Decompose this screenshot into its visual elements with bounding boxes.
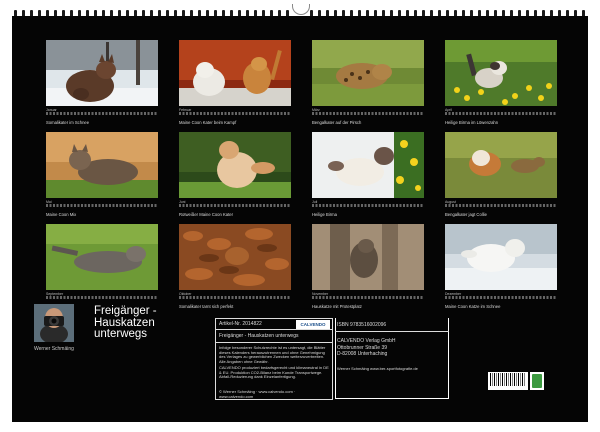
cat-photo [312, 132, 424, 198]
day-strip [445, 204, 557, 207]
day-strip [179, 296, 291, 299]
title-line: unterwegs [94, 328, 148, 340]
day-strip [312, 112, 424, 115]
eco-label-icon [530, 372, 544, 390]
production-text: CALVENDO produziert bedarfsgerecht und k… [219, 365, 329, 380]
cat-photo [445, 224, 557, 290]
publisher-line: D-82008 Unterhaching [337, 351, 388, 357]
cat-photo [445, 40, 557, 106]
cat-photo [46, 132, 158, 198]
calvendo-logo: CALVENDO [296, 320, 330, 329]
day-strip [312, 204, 424, 207]
article-number: Artikel-Nr. 2014822 [219, 321, 262, 327]
cat-photo [179, 40, 291, 106]
photo-caption: Maine Coon Kater beim Kampf [179, 120, 237, 125]
author-photo [34, 304, 74, 342]
isbn: ISBN 9783516002096 [337, 322, 387, 328]
product-title: Freigänger - Hauskatzen unterwegs [219, 333, 299, 339]
cat-photo [46, 40, 158, 106]
photo-caption: Rotweißer Maine Coon Kater [179, 212, 233, 217]
footer-link[interactable]: © Werner Schmäing · www.calvendo.com · w… [219, 389, 329, 399]
day-strip [46, 296, 158, 299]
cat-photo [445, 132, 557, 198]
photo-caption: Maine Coon Katze im Schnee [445, 304, 501, 309]
publisher-address: CALVENDO Verlag GmbH Ottobrunner Straße … [337, 338, 396, 358]
cat-photo [179, 132, 291, 198]
photo-caption: Heilige Birma [312, 212, 337, 217]
photo-caption: Hauskatze mit Protestplatz [312, 304, 362, 309]
title-line: Freigänger - [94, 305, 157, 317]
product-info-box: Artikel-Nr. 2014822 Freigänger - Hauskat… [215, 318, 333, 400]
publisher-line: CALVENDO Verlag GmbH [337, 338, 396, 344]
author-name: Werner Schmäing [34, 346, 74, 352]
photo-caption: Bengalkater auf der Pirsch [312, 120, 362, 125]
legal-text: Infolge besonderer Schutzrechte ist es u… [219, 345, 326, 364]
day-strip [445, 296, 557, 299]
photographer-link[interactable]: Werner Schmäing www.ber-sportfotografie.… [337, 366, 418, 371]
cat-photo [312, 40, 424, 106]
photo-caption: Somalikater im Schnee [46, 120, 90, 125]
day-strip [312, 296, 424, 299]
photo-caption: Bengalkater jagt Collie [445, 212, 487, 217]
calendar-title: Freigänger - Hauskatzen unterwegs [94, 305, 194, 341]
day-strip [179, 112, 291, 115]
day-strip [46, 204, 158, 207]
cat-photo [312, 224, 424, 290]
day-strip [445, 112, 557, 115]
photo-caption: Heilige Birma im Löwenzahn [445, 120, 499, 125]
cat-photo [46, 224, 158, 290]
day-strip [46, 112, 158, 115]
barcode [488, 372, 528, 390]
photo-caption: Maine Coon Mix [46, 212, 77, 217]
day-strip [179, 204, 291, 207]
cat-photo [179, 224, 291, 290]
